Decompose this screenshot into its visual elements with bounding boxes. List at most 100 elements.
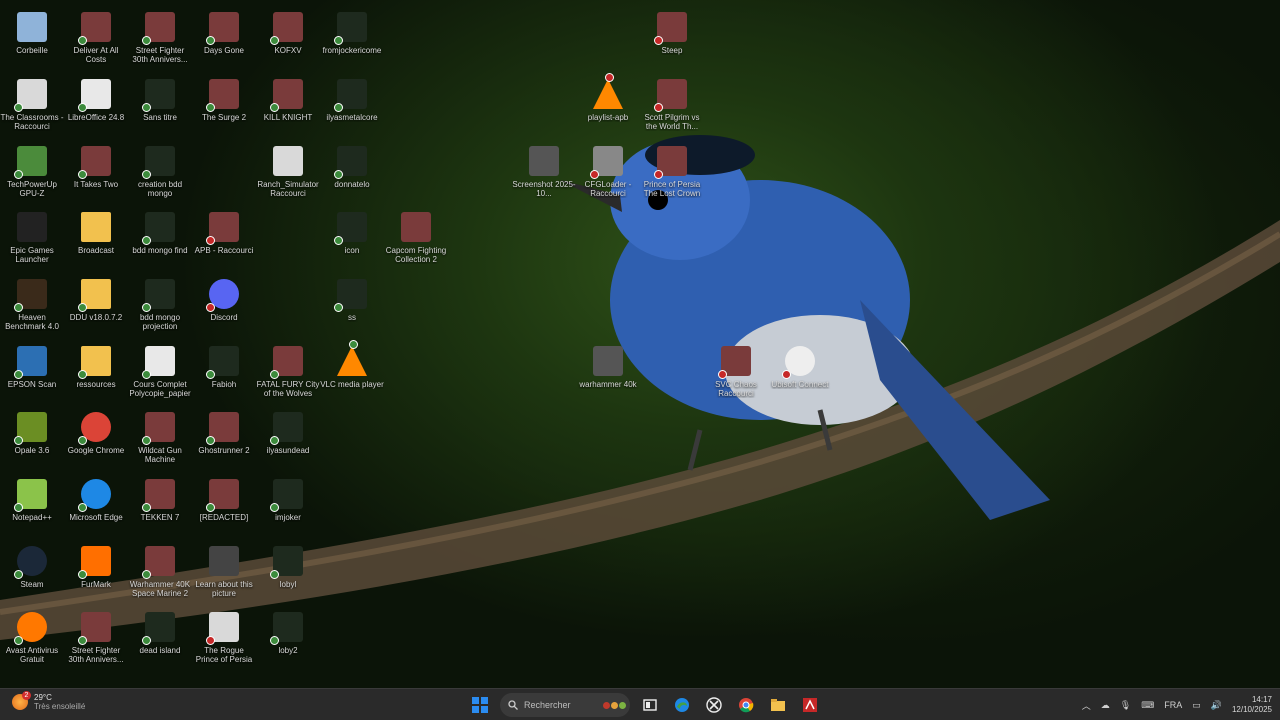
desktop-icon[interactable]: Ghostrunner 2: [192, 406, 256, 470]
desktop-icon[interactable]: dead island: [128, 606, 192, 670]
desktop-icon[interactable]: Fabioh: [192, 340, 256, 404]
desktop-icon[interactable]: Opale 3.6: [0, 406, 64, 470]
desktop-icon[interactable]: ressources: [64, 340, 128, 404]
desktop-icon[interactable]: Deliver At All Costs: [64, 6, 128, 70]
desktop-icon[interactable]: Google Chrome: [64, 406, 128, 470]
desktop-icon[interactable]: Broadcast: [64, 206, 128, 270]
desktop-icon[interactable]: Notepad++: [0, 473, 64, 537]
sync-ok-badge: [142, 103, 151, 112]
desktop-icon[interactable]: icon: [320, 206, 384, 270]
discord-icon: [206, 279, 239, 312]
desktop-icon[interactable]: loby2: [256, 606, 320, 670]
taskbar-apps: Rechercher: [468, 692, 822, 718]
desktop-icon[interactable]: FATAL FURY City of the Wolves: [256, 340, 320, 404]
desktop-icon[interactable]: Ranch_Simulator Raccourci: [256, 140, 320, 204]
desktop-icon[interactable]: donnatelo: [320, 140, 384, 204]
desktop-icon[interactable]: Prince of Persia The Lost Crown: [640, 140, 704, 204]
desktop-icon[interactable]: fromjockericome: [320, 6, 384, 70]
sun-icon: 2: [12, 691, 31, 710]
desktop-icon[interactable]: Cours Complet Polycopie_papier: [128, 340, 192, 404]
security-icon[interactable]: ☁: [1101, 700, 1110, 711]
video-icon: [142, 146, 175, 179]
desktop-icon-label: dead island: [139, 646, 181, 655]
desktop-icon[interactable]: Street Fighter 30th Annivers...: [64, 606, 128, 670]
weather-widget[interactable]: 2 29°C Très ensoleillé: [12, 691, 86, 711]
desktop-icon[interactable]: Microsoft Edge: [64, 473, 128, 537]
desktop-icon[interactable]: Learn about this picture: [192, 540, 256, 604]
desktop-icon[interactable]: Screenshot 2025-10...: [512, 140, 576, 204]
edge-taskbar-button[interactable]: [670, 693, 694, 717]
desktop-icon[interactable]: bdd mongo projection: [128, 273, 192, 337]
desktop-icon[interactable]: APB - Raccourci: [192, 206, 256, 270]
desktop-icon[interactable]: ss: [320, 273, 384, 337]
volume-icon[interactable]: 🔊: [1211, 700, 1222, 711]
xbox-taskbar-button[interactable]: [702, 693, 726, 717]
chrome-taskbar-button[interactable]: [734, 693, 758, 717]
desktop-icon[interactable]: FurMark: [64, 540, 128, 604]
desktop-icon[interactable]: bdd mongo find: [128, 206, 192, 270]
weather-description: Très ensoleillé: [34, 702, 86, 711]
desktop-icon[interactable]: It Takes Two: [64, 140, 128, 204]
desktop-icon[interactable]: Corbeille: [0, 6, 64, 70]
search-box[interactable]: Rechercher: [500, 693, 630, 717]
desktop-icon[interactable]: Street Fighter 30th Annivers...: [128, 6, 192, 70]
desktop-icon[interactable]: TEKKEN 7: [128, 473, 192, 537]
desktop-icon[interactable]: Avast Antivirus Gratuit: [0, 606, 64, 670]
start-button[interactable]: [468, 693, 492, 717]
desktop-icon[interactable]: Days Gone: [192, 6, 256, 70]
desktop-icon[interactable]: ilyasundead: [256, 406, 320, 470]
desktop-icon[interactable]: lobyl: [256, 540, 320, 604]
network-icon[interactable]: ▭: [1192, 700, 1201, 711]
desktop-icon-label: The Classrooms - Raccourci: [0, 113, 64, 131]
desktop-icon[interactable]: Ubisoft Connect: [768, 340, 832, 404]
desktop-icon-label: playlist-apb: [587, 113, 629, 122]
desktop-icon[interactable]: warhammer 40k: [576, 340, 640, 404]
desktop-icon[interactable]: SVC Chaos Raccourci: [704, 340, 768, 404]
desktop-icon[interactable]: Epic Games Launcher: [0, 206, 64, 270]
keyboard-icon[interactable]: ⌨: [1141, 700, 1154, 711]
desktop-icon[interactable]: VLC media player: [320, 340, 384, 404]
desktop-icon[interactable]: Wildcat Gun Machine: [128, 406, 192, 470]
desktop-icon[interactable]: LibreOffice 24.8: [64, 73, 128, 137]
game-icon: [206, 212, 239, 245]
chrome-icon: [78, 412, 111, 445]
desktop-icon[interactable]: Warhammer 40K Space Marine 2: [128, 540, 192, 604]
video-icon: [270, 412, 303, 445]
language-indicator[interactable]: FRA: [1164, 700, 1182, 710]
desktop-icon[interactable]: creation bdd mongo: [128, 140, 192, 204]
desktop-icon[interactable]: The Rogue Prince of Persia: [192, 606, 256, 670]
desktop-icon[interactable]: ilyasmetalcore: [320, 73, 384, 137]
desktop-icon[interactable]: The Classrooms - Raccourci: [0, 73, 64, 137]
clock[interactable]: 14:17 12/10/2025: [1232, 695, 1272, 715]
desktop-icon[interactable]: The Surge 2: [192, 73, 256, 137]
desktop-icon[interactable]: DDU v18.0.7.2: [64, 273, 128, 337]
file-explorer-taskbar-button[interactable]: [766, 693, 790, 717]
desktop-icon-label: [REDACTED]: [199, 513, 249, 522]
chevron-up-icon[interactable]: ︿: [1082, 699, 1091, 712]
desktop-icon[interactable]: Discord: [192, 273, 256, 337]
desktop-icon-label: loby2: [278, 646, 298, 655]
desktop-icon[interactable]: Capcom Fighting Collection 2: [384, 206, 448, 270]
chrome-icon: [739, 698, 754, 713]
desktop-icon[interactable]: KOFXV: [256, 6, 320, 70]
desktop-icon[interactable]: CFGLoader - Raccourci: [576, 140, 640, 204]
task-view-button[interactable]: [638, 693, 662, 717]
desktop-icon[interactable]: Sans titre: [128, 73, 192, 137]
sync-ok-badge: [78, 436, 87, 445]
desktop-icon[interactable]: EPSON Scan: [0, 340, 64, 404]
search-placeholder: Rechercher: [524, 700, 571, 710]
desktop-icon[interactable]: Heaven Benchmark 4.0: [0, 273, 64, 337]
desktop-icon-label: Capcom Fighting Collection 2: [385, 246, 447, 264]
desktop-icon-label: Learn about this picture: [195, 580, 253, 598]
desktop-icon[interactable]: Scott Pilgrim vs the World Th...: [640, 73, 704, 137]
store-taskbar-button[interactable]: [798, 693, 822, 717]
sync-ok-badge: [142, 570, 151, 579]
desktop-icon[interactable]: Steam: [0, 540, 64, 604]
desktop-icon[interactable]: KILL KNIGHT: [256, 73, 320, 137]
desktop-icon[interactable]: imjoker: [256, 473, 320, 537]
desktop-icon[interactable]: TechPowerUp GPU-Z: [0, 140, 64, 204]
microphone-icon[interactable]: 🎙: [1120, 700, 1131, 711]
desktop-icon[interactable]: [REDACTED]: [192, 473, 256, 537]
desktop-icon[interactable]: Steep: [640, 6, 704, 70]
desktop-icon[interactable]: playlist-apb: [576, 73, 640, 137]
